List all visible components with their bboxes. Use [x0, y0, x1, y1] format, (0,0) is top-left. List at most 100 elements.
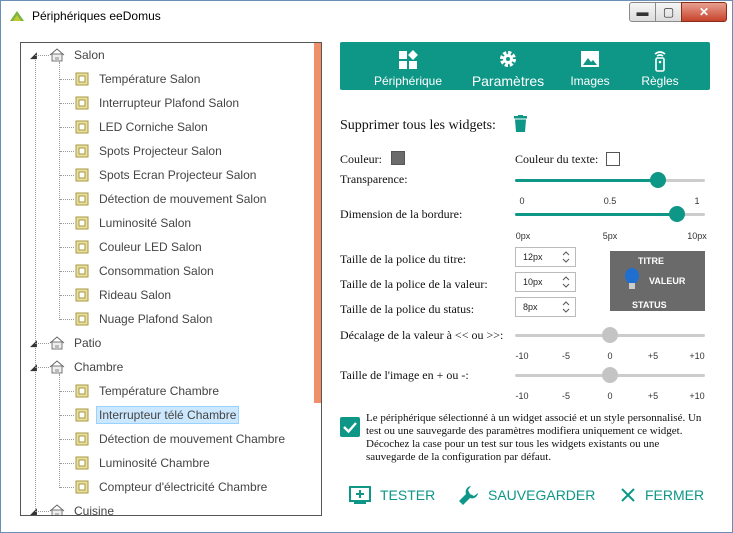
- tree-item[interactable]: Compteur d'électricité Chambre: [75, 477, 270, 497]
- device-icon: [75, 240, 89, 254]
- tree-room-chambre[interactable]: Chambre: [49, 357, 126, 377]
- close-button[interactable]: FERMER: [620, 485, 704, 505]
- tab-peripherique[interactable]: Périphérique: [366, 42, 450, 90]
- close-window-button[interactable]: ✕: [681, 2, 727, 22]
- slider-thumb[interactable]: [602, 327, 618, 343]
- tree-item[interactable]: Luminosité Chambre: [75, 453, 213, 473]
- tick-label: -10: [515, 351, 529, 361]
- checkmark-icon: [343, 422, 357, 434]
- tab-parametres[interactable]: Paramètres: [464, 42, 552, 90]
- widget-only-checkbox[interactable]: [340, 417, 360, 437]
- tree-connector: [35, 367, 49, 368]
- value-font-spinner[interactable]: 10px: [515, 272, 576, 292]
- widgets-icon: [399, 50, 418, 69]
- tree-item[interactable]: Température Salon: [75, 69, 203, 89]
- title-font-spinner[interactable]: 12px: [515, 247, 576, 267]
- gear-icon: [500, 51, 516, 67]
- device-icon: [75, 144, 89, 158]
- tree-connector: [60, 295, 74, 296]
- text-color-swatch[interactable]: [606, 152, 620, 166]
- tree-item[interactable]: Nuage Plafond Salon: [75, 309, 215, 329]
- color-swatch[interactable]: [391, 151, 405, 165]
- tree-room-cuisine[interactable]: Cuisine: [49, 501, 117, 516]
- spinner-arrows-icon[interactable]: [561, 249, 571, 265]
- offset-slider[interactable]: [515, 327, 705, 343]
- device-icon: [75, 264, 89, 278]
- house-icon: [49, 48, 65, 62]
- image-size-slider[interactable]: [515, 367, 705, 383]
- tree-connector: [60, 439, 74, 440]
- tree-connector: [60, 247, 74, 248]
- close-icon: [621, 488, 635, 502]
- text-color-label: Couleur du texte:: [515, 152, 599, 166]
- tree-item[interactable]: LED Corniche Salon: [75, 117, 211, 137]
- window-title: Périphériques eeDomus: [32, 9, 161, 23]
- tree-item[interactable]: Couleur LED Salon: [75, 237, 205, 257]
- tab-label: Périphérique: [373, 74, 443, 88]
- tree-room-label: Patio: [74, 336, 102, 350]
- status-font-spinner[interactable]: 8px: [515, 297, 576, 317]
- tree-connector: [60, 223, 74, 224]
- device-icon: [75, 192, 89, 206]
- image-icon: [581, 51, 599, 67]
- tree-item-label: Température Chambre: [99, 384, 220, 398]
- widget-preview: TITRE VALEUR STATUS: [610, 251, 705, 311]
- tree-item[interactable]: Spots Projecteur Salon: [75, 141, 225, 161]
- image-size-label: Taille de l'image en + ou -:: [340, 368, 469, 382]
- tree-connector: [60, 391, 74, 392]
- tree-scrollbar[interactable]: [314, 43, 321, 403]
- tree-item-label: Consommation Salon: [99, 264, 214, 278]
- spinner-arrows-icon[interactable]: [561, 274, 571, 290]
- tree-room-label: Cuisine: [74, 504, 115, 516]
- tick-label: 1: [694, 196, 700, 206]
- tab-bar: Périphérique Paramètres Images Règles: [340, 42, 710, 90]
- tree-item[interactable]: Rideau Salon: [75, 285, 174, 305]
- slider-thumb[interactable]: [602, 367, 618, 383]
- device-tree[interactable]: ◢ Salon Température Salon Interrupteur Plaf…: [20, 42, 322, 516]
- tree-room-patio[interactable]: Patio: [49, 333, 104, 353]
- tick-label: +10: [689, 351, 705, 361]
- tree-connector: [60, 319, 74, 320]
- slider-thumb[interactable]: [649, 172, 666, 188]
- tree-connector: [60, 79, 74, 80]
- tree-connector: [35, 343, 49, 344]
- tree-item-label: Détection de mouvement Salon: [99, 192, 267, 206]
- border-slider[interactable]: [515, 206, 705, 222]
- app-window: Périphériques eeDomus ▬ ▢ ✕ ◢ Salon Tempér…: [0, 0, 733, 533]
- tab-images[interactable]: Images: [562, 42, 618, 90]
- remote-icon: [654, 51, 666, 72]
- tree-connector: [60, 199, 74, 200]
- tree-item[interactable]: Luminosité Salon: [75, 213, 194, 233]
- tree-item[interactable]: Détection de mouvement Chambre: [75, 429, 288, 449]
- transparency-slider[interactable]: [515, 172, 705, 188]
- trash-icon[interactable]: [514, 115, 527, 132]
- tree-item-label: Spots Ecran Projecteur Salon: [99, 168, 257, 182]
- tree-item[interactable]: Détection de mouvement Salon: [75, 189, 269, 209]
- save-button[interactable]: SAUVEGARDER: [458, 485, 595, 505]
- tree-item[interactable]: Spots Ecran Projecteur Salon: [75, 165, 259, 185]
- title-font-label: Taille de la police du titre:: [340, 252, 467, 266]
- close-label: FERMER: [645, 487, 705, 503]
- slider-thumb[interactable]: [668, 206, 685, 222]
- tree-item[interactable]: Température Chambre: [75, 381, 222, 401]
- tick-label: 0px: [515, 231, 531, 241]
- test-button[interactable]: TESTER: [349, 485, 435, 505]
- tree-item[interactable]: Interrupteur Plafond Salon: [75, 93, 242, 113]
- maximize-button[interactable]: ▢: [655, 2, 682, 22]
- device-icon: [75, 384, 89, 398]
- spinner-value: 12px: [523, 252, 543, 262]
- tree-item[interactable]: Interrupteur télé Chambre: [75, 405, 240, 425]
- tab-regles[interactable]: Règles: [634, 42, 686, 90]
- delete-all-label: Supprimer tous les widgets:: [340, 118, 496, 133]
- tree-item[interactable]: Consommation Salon: [75, 261, 217, 281]
- spinner-arrows-icon[interactable]: [561, 299, 571, 315]
- wrench-icon: [459, 485, 478, 505]
- tree-room-salon[interactable]: Salon: [49, 45, 108, 65]
- minimize-button[interactable]: ▬: [629, 2, 656, 22]
- device-icon: [75, 72, 89, 86]
- device-icon: [75, 432, 89, 446]
- tick-label: 0: [519, 196, 525, 206]
- tree-item-label: Interrupteur télé Chambre: [96, 406, 240, 424]
- app-logo-icon: [10, 11, 24, 21]
- value-font-label: Taille de la police de la valeur:: [340, 277, 488, 291]
